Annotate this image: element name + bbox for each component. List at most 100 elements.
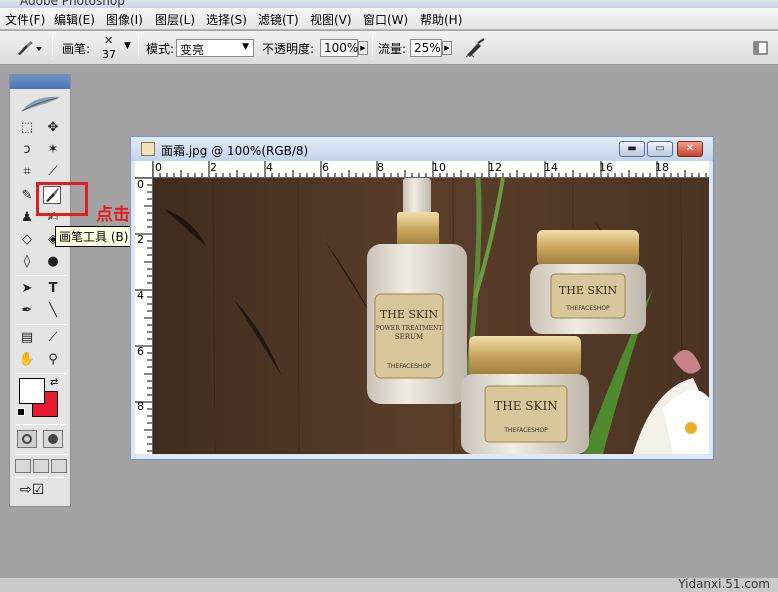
crop-icon[interactable]: ⌗ — [18, 163, 36, 181]
ruler-v-label: 8 — [137, 400, 144, 413]
image-file-icon — [141, 142, 155, 156]
status-strip: Yidanxi.51.com — [0, 577, 778, 592]
swap-colors-icon[interactable]: ⇄ — [50, 377, 58, 388]
standard-mode-button[interactable] — [17, 430, 37, 448]
foreground-color-swatch[interactable] — [19, 378, 45, 404]
screen-mode-standard-button[interactable] — [15, 459, 31, 473]
magic-wand-icon[interactable]: ✶ — [44, 141, 62, 159]
jump-to-imageready-icon[interactable]: ⇨☑ — [20, 482, 62, 500]
maximize-button[interactable]: ▭ — [647, 141, 673, 157]
ruler-h-label: 2 — [210, 161, 217, 174]
mode-select[interactable]: 变亮 ▼ — [176, 39, 254, 57]
document-window: 面霜.jpg @ 100%(RGB/8) ▬ ▭ ✕ 0 2 4 6 8 10 … — [130, 136, 714, 460]
path-select-icon[interactable]: ➤ — [18, 280, 36, 298]
app-title: Adobe Photoshop — [20, 0, 125, 8]
brush-tool-highlight — [36, 182, 88, 216]
ruler-v-label: 6 — [137, 345, 144, 358]
notes-icon[interactable]: ▤ — [18, 329, 36, 347]
brush-tool-tooltip: 画笔工具 (B) — [55, 226, 133, 247]
ruler-h-label: 14 — [544, 161, 558, 174]
quick-mask-button[interactable] — [43, 430, 63, 448]
eyedropper-icon[interactable]: ⟋ — [44, 329, 62, 347]
feather-logo-icon[interactable] — [20, 93, 62, 113]
brush-label: 画笔: — [62, 42, 91, 56]
menu-select[interactable]: 选择(S) — [206, 11, 247, 28]
serum-brand: THE SKIN — [380, 308, 439, 321]
flow-input[interactable]: 25% — [410, 39, 442, 57]
hand-icon[interactable]: ✋ — [18, 351, 36, 369]
document-title-bar[interactable]: 面霜.jpg @ 100%(RGB/8) ▬ ▭ ✕ — [131, 137, 713, 161]
menu-view[interactable]: 视图(V) — [310, 11, 352, 28]
tool-preset-picker[interactable] — [14, 39, 42, 57]
menu-window[interactable]: 窗口(W) — [363, 11, 408, 28]
opacity-value: 100% — [324, 41, 359, 55]
jar1-brand: THE SKIN — [559, 284, 618, 297]
menu-filter[interactable]: 滤镜(T) — [258, 11, 299, 28]
screen-mode-full-button[interactable] — [51, 459, 67, 473]
image-canvas[interactable]: THE SKIN POWER TREATMENT SERUM THEFACESH… — [153, 178, 709, 454]
line-icon[interactable]: ╲ — [44, 302, 62, 320]
stamp-icon[interactable]: ♟ — [18, 209, 36, 227]
airbrush-icon[interactable] — [464, 37, 488, 59]
minimize-icon: ▬ — [627, 143, 637, 154]
opacity-arrow-button[interactable]: ▶ — [358, 41, 368, 55]
watermark: Yidanxi.51.com — [678, 577, 770, 591]
ruler-h-label: 10 — [432, 161, 446, 174]
standard-mode-icon — [22, 434, 32, 444]
toolbox: ⬚ ✥ ↄ ✶ ⌗ ⟋ ✎ ♟ ✍ ◇ ◈ ◊ ● ➤ T ✒ ╲ ▤ ⟋ ✋ … — [9, 74, 71, 507]
serum-shop: THEFACESHOP — [386, 363, 431, 370]
slice-icon[interactable]: ⟋ — [44, 163, 62, 181]
flow-arrow-button[interactable]: ▶ — [442, 41, 452, 55]
screen-mode-full-menu-button[interactable] — [33, 459, 49, 473]
jar2-brand: THE SKIN — [494, 399, 557, 413]
ruler-h-label: 16 — [599, 161, 613, 174]
marquee-icon[interactable]: ⬚ — [18, 119, 36, 137]
brush-size-picker[interactable]: ✕ 37 — [98, 34, 120, 62]
zoom-icon[interactable]: ⚲ — [44, 351, 62, 369]
type-icon[interactable]: T — [44, 280, 62, 298]
move-icon[interactable]: ✥ — [44, 119, 62, 137]
mode-label: 模式: — [146, 42, 175, 56]
eraser-icon[interactable]: ◇ — [18, 231, 36, 249]
chevron-down-icon: ▼ — [242, 42, 249, 52]
chevron-down-icon[interactable]: ▼ — [124, 41, 131, 51]
mode-value: 变亮 — [180, 43, 205, 57]
ruler-h-label: 0 — [155, 161, 162, 174]
close-button[interactable]: ✕ — [677, 141, 703, 157]
jar2-shop: THEFACESHOP — [503, 427, 548, 434]
toolbox-header[interactable] — [10, 75, 70, 89]
flow-label: 流量: — [378, 42, 407, 56]
maximize-icon: ▭ — [655, 143, 665, 154]
palette-well-button[interactable] — [752, 39, 770, 57]
vertical-ruler[interactable]: 0 2 4 6 8 — [135, 178, 153, 454]
menu-layer[interactable]: 图层(L) — [155, 11, 195, 28]
menu-edit[interactable]: 编辑(E) — [54, 11, 95, 28]
brush-tip-icon: ✕ — [104, 34, 114, 47]
close-icon: ✕ — [685, 143, 695, 154]
minimize-button[interactable]: ▬ — [619, 141, 645, 157]
app-title-bar: Adobe Photoshop — [0, 0, 778, 8]
healing-icon[interactable]: ✎ — [18, 187, 36, 205]
dodge-icon[interactable]: ● — [44, 253, 62, 271]
opacity-label: 不透明度: — [262, 42, 315, 56]
brush-icon — [18, 41, 42, 55]
opacity-input[interactable]: 100% — [320, 39, 358, 57]
menu-file[interactable]: 文件(F) — [5, 11, 45, 28]
horizontal-ruler[interactable]: 0 2 4 6 8 10 12 14 16 18 — [153, 161, 709, 178]
menu-image[interactable]: 图像(I) — [106, 11, 143, 28]
brush-size-value: 37 — [102, 48, 116, 61]
ruler-corner[interactable] — [135, 161, 153, 178]
ruler-h-label: 6 — [322, 161, 329, 174]
blur-icon[interactable]: ◊ — [18, 253, 36, 271]
quick-mask-icon — [48, 434, 58, 444]
ruler-v-label: 2 — [137, 233, 144, 246]
ruler-h-label: 4 — [266, 161, 273, 174]
pen-icon[interactable]: ✒ — [18, 302, 36, 320]
default-colors-icon[interactable] — [17, 408, 25, 416]
flow-value: 25% — [414, 41, 441, 55]
jar1-shop: THEFACESHOP — [565, 305, 610, 312]
menu-help[interactable]: 帮助(H) — [420, 11, 462, 28]
lasso-icon[interactable]: ↄ — [18, 141, 36, 159]
horizontal-ruler-ticks — [153, 161, 707, 177]
ruler-h-label: 8 — [377, 161, 384, 174]
